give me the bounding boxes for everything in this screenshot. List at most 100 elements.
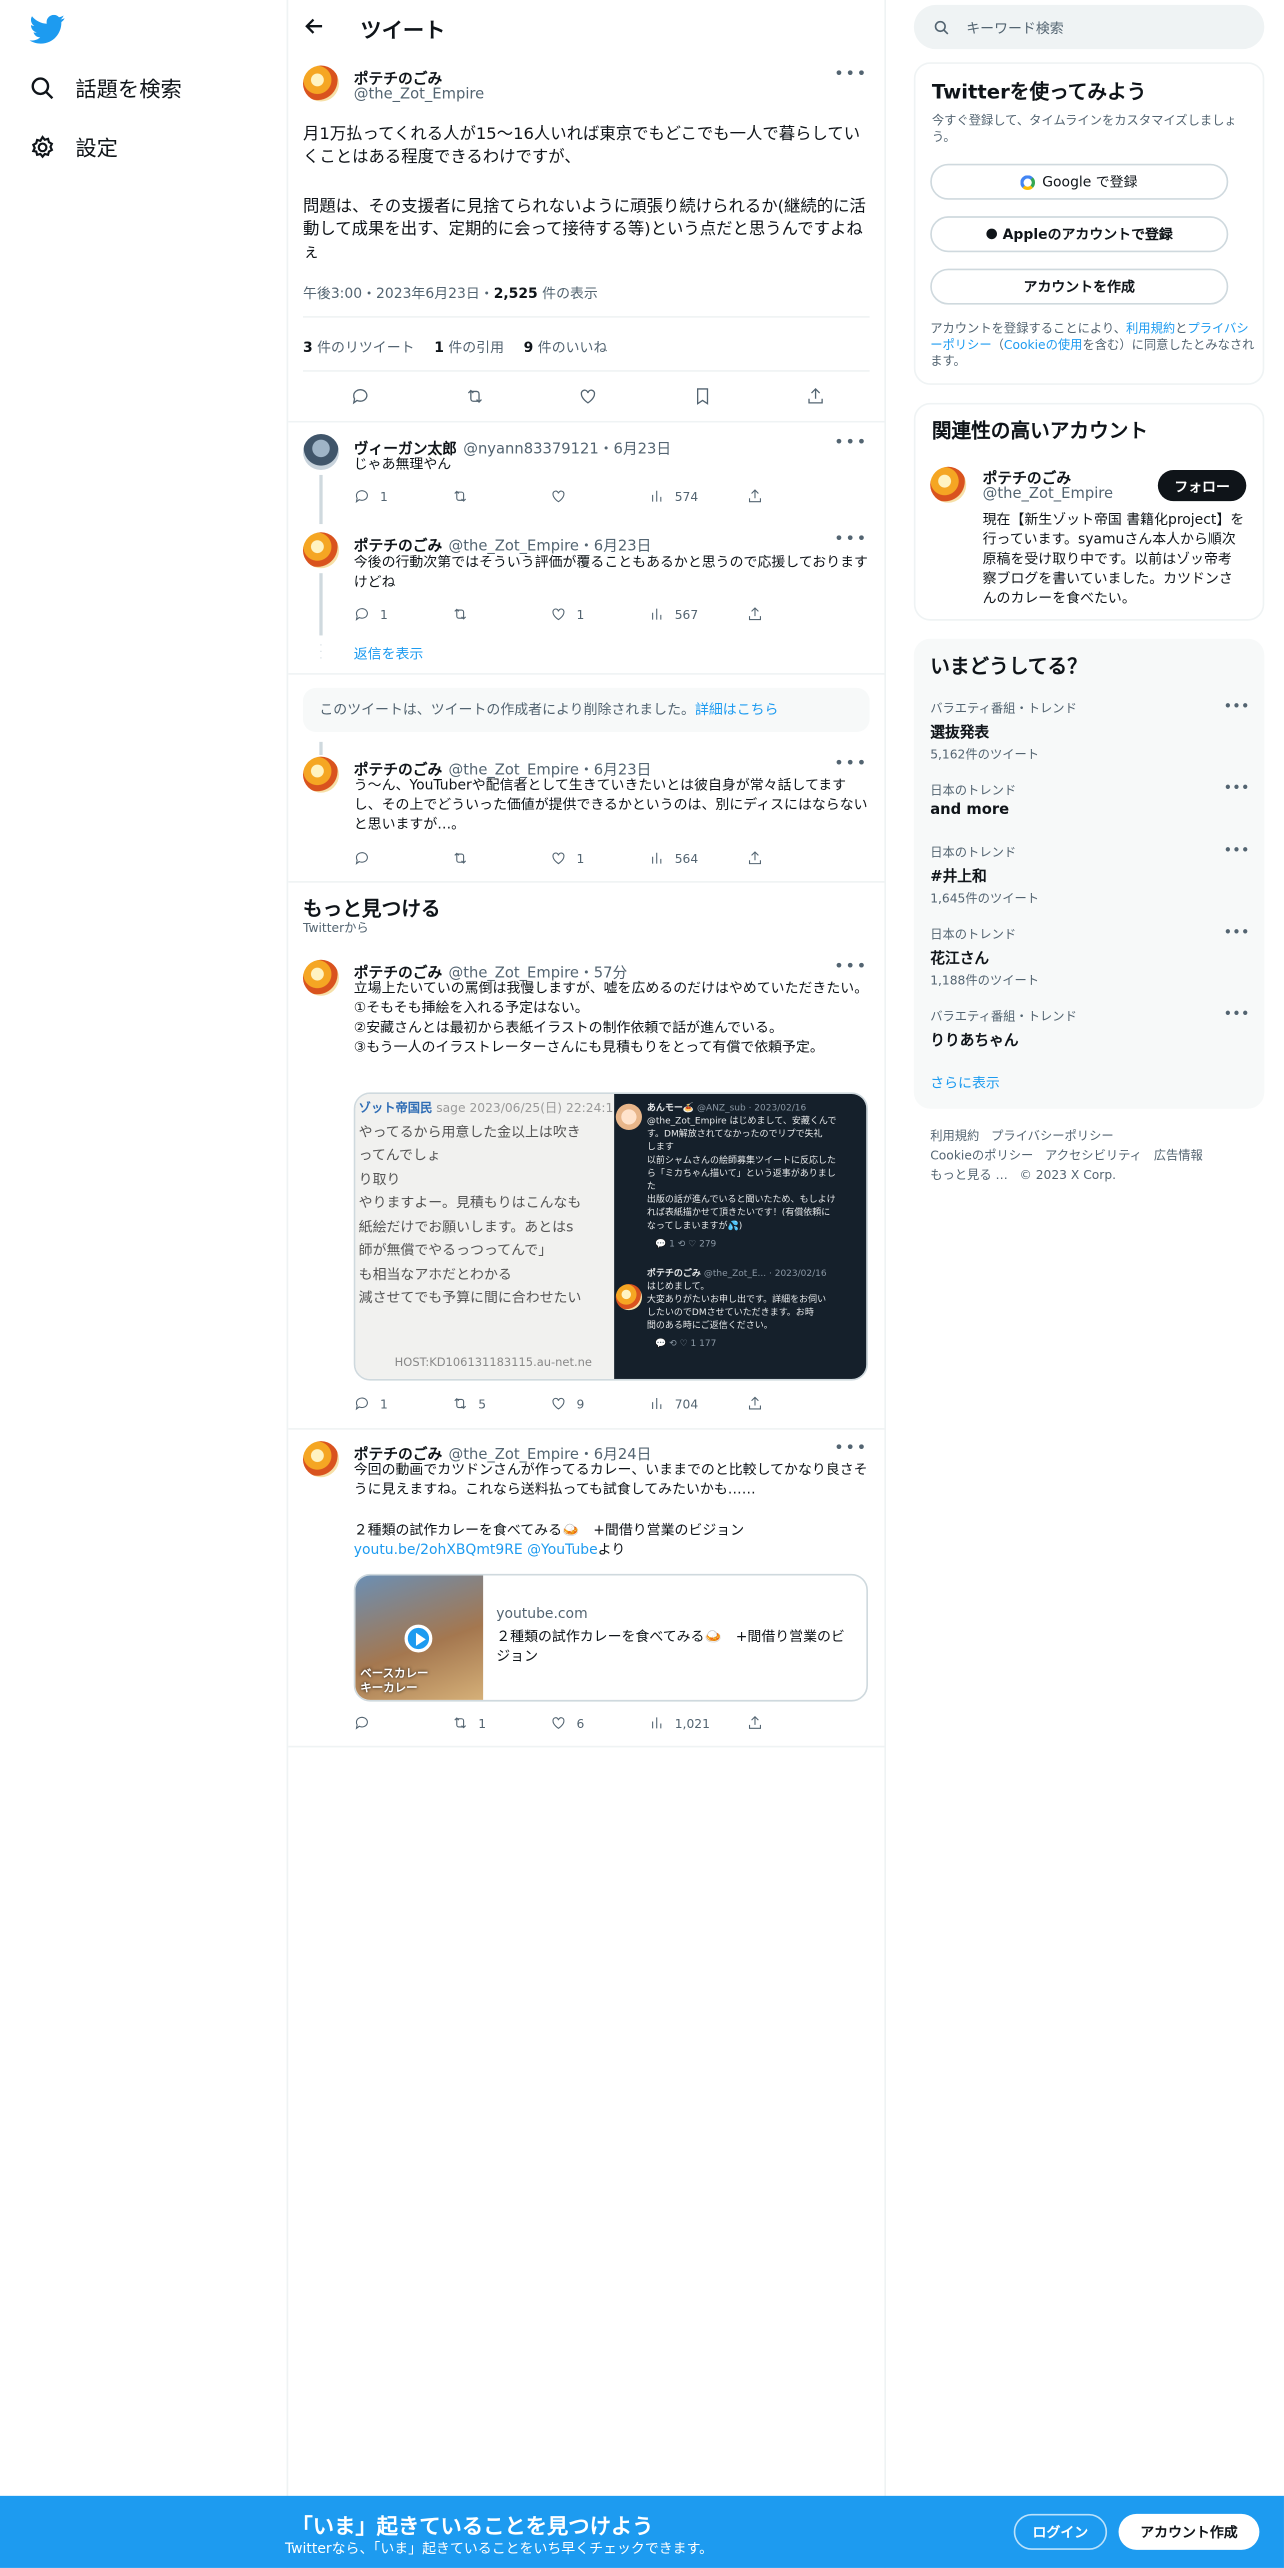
quote-stat[interactable]: 1 件の引用 <box>434 337 504 357</box>
author-handle[interactable]: @the_Zot_Empire <box>354 87 485 103</box>
share-button[interactable] <box>747 1395 845 1411</box>
tweet-time[interactable]: 午後3:00・2023年6月23日・ <box>303 287 494 303</box>
trend-item[interactable]: バラエティ番組・トレンド りりあちゃん ••• <box>930 1007 1249 1050</box>
retweet-button[interactable] <box>452 488 550 504</box>
more-icon[interactable]: ••• <box>1223 925 1249 941</box>
retweet-button[interactable] <box>452 606 550 622</box>
trend-item[interactable]: 日本のトレンド and more ••• <box>930 781 1249 819</box>
signup-button[interactable]: アカウント作成 <box>1118 2513 1260 2550</box>
footer-link[interactable]: 広告情報 <box>1154 1148 1203 1163</box>
more-icon[interactable]: ••• <box>834 958 868 976</box>
trend-item[interactable]: バラエティ番組・トレンド 選抜発表 5,162件のツイート ••• <box>930 699 1249 763</box>
login-button[interactable]: ログイン <box>1013 2513 1108 2550</box>
avatar[interactable] <box>302 532 340 569</box>
text-line: り取り <box>358 1171 401 1189</box>
play-icon[interactable] <box>404 1624 433 1653</box>
like-button[interactable]: 1 <box>550 606 648 622</box>
google-signup-button[interactable]: Google で登録 <box>930 163 1229 200</box>
text-line: 紙絵だけでお願いします。あとはs <box>358 1219 574 1236</box>
tweet-media[interactable]: ゾット帝国民 sage 2023/06/25(日) 22:24:13 やってるか… <box>353 1092 868 1381</box>
related-name[interactable]: ポテチのごみ <box>983 467 1071 488</box>
share-icon[interactable] <box>806 386 826 406</box>
learn-more-link[interactable]: 詳細はこちら <box>695 703 779 719</box>
footer-link[interactable]: アクセシビリティ <box>1045 1148 1142 1163</box>
retweet-button[interactable]: 5 <box>452 1395 550 1411</box>
text-line: 間のある時にご返信ください。 <box>646 1321 773 1332</box>
avatar[interactable] <box>302 65 340 102</box>
views-button[interactable]: 704 <box>649 1395 747 1411</box>
more-icon[interactable]: ••• <box>1223 1007 1249 1023</box>
reply-icon[interactable] <box>350 386 370 406</box>
more-icon[interactable]: ••• <box>834 755 868 773</box>
avatar[interactable] <box>930 466 967 503</box>
more-icon[interactable]: ••• <box>834 531 868 549</box>
footer-link[interactable]: プライバシーポリシー <box>991 1128 1114 1143</box>
copyright: © 2023 X Corp. <box>1019 1167 1117 1183</box>
share-button[interactable] <box>747 488 845 504</box>
cookie-link[interactable]: Cookieの使用 <box>1004 337 1083 352</box>
board-poster-name: ゾット帝国民 <box>358 1100 433 1116</box>
more-icon[interactable]: ••• <box>1223 699 1249 715</box>
reply-button[interactable]: 1 <box>354 606 452 622</box>
nav-settings[interactable]: 設定 <box>29 131 118 162</box>
footer-link[interactable]: 利用規約 <box>930 1128 979 1143</box>
apple-signup-button[interactable]: ● Appleのアカウントで登録 <box>930 216 1229 253</box>
footer-link[interactable]: Cookieのポリシー <box>930 1148 1033 1163</box>
avatar[interactable] <box>302 959 340 996</box>
views-button[interactable]: 567 <box>649 606 747 622</box>
youtube-link[interactable]: youtu.be/2ohXBQmt9RE <box>354 1543 523 1559</box>
share-button[interactable] <box>747 1715 845 1731</box>
like-icon[interactable] <box>578 386 598 406</box>
author-name[interactable]: ポテチのごみ <box>354 67 442 88</box>
views-button[interactable]: 574 <box>649 488 747 504</box>
related-handle[interactable]: @the_Zot_Empire <box>983 486 1114 502</box>
text-line: やってるから用意した金以上は吹き <box>358 1124 581 1141</box>
reply-button[interactable] <box>354 1715 452 1731</box>
nav-explore[interactable]: 話題を検索 <box>29 72 182 103</box>
avatar[interactable] <box>302 433 340 471</box>
author-handle[interactable]: @nyann83379121 <box>463 442 599 458</box>
avatar[interactable] <box>302 756 340 793</box>
text-line: はじめまして。 <box>646 1282 710 1293</box>
reply-button[interactable]: 1 <box>354 1395 452 1411</box>
retweet-button[interactable] <box>452 850 550 866</box>
show-more-link[interactable]: さらに表示 <box>930 1073 1000 1092</box>
show-replies-link[interactable]: 返信を表示 <box>354 644 424 663</box>
text-line: したいのでDMさせていただきます。お時 <box>646 1308 814 1319</box>
youtube-mention[interactable]: @YouTube <box>527 1543 598 1559</box>
search-input[interactable]: キーワード検索 <box>913 4 1265 50</box>
like-button[interactable]: 6 <box>550 1715 648 1731</box>
twitter-logo-icon[interactable] <box>29 14 65 44</box>
reply-button[interactable] <box>354 850 452 866</box>
more-icon[interactable]: ••• <box>1223 843 1249 859</box>
more-icon[interactable]: ••• <box>834 434 868 452</box>
views-button[interactable]: 564 <box>649 850 747 866</box>
more-icon[interactable]: ••• <box>1223 781 1249 797</box>
follow-button[interactable]: フォロー <box>1157 470 1247 502</box>
retweet-icon[interactable] <box>464 386 484 406</box>
share-button[interactable] <box>747 850 845 866</box>
avatar[interactable] <box>302 1441 340 1478</box>
like-button[interactable]: 1 <box>550 850 648 866</box>
create-account-button[interactable]: アカウントを作成 <box>930 268 1229 305</box>
terms-link[interactable]: 利用規約 <box>1126 321 1175 336</box>
like-button[interactable] <box>550 488 648 504</box>
reply-button[interactable]: 1 <box>354 488 452 504</box>
tweet-stats: 3 件のリツイート 1 件の引用 9 件のいいね <box>303 337 607 357</box>
more-icon[interactable]: ••• <box>834 1440 868 1458</box>
footer-link[interactable]: もっと見る … <box>930 1168 1008 1183</box>
link-card[interactable]: ベースカレー キーカレー youtube.com ２種類の試作カレーを食べてみる🍛… <box>353 1573 868 1702</box>
more-icon[interactable]: ••• <box>834 66 868 84</box>
views-button[interactable]: 1,021 <box>649 1715 747 1731</box>
like-button[interactable]: 9 <box>550 1395 648 1411</box>
back-arrow-icon[interactable] <box>303 15 326 38</box>
deleted-text: このツイートは、ツイートの作成者により削除されました。 <box>319 702 695 719</box>
retweet-stat[interactable]: 3 件のリツイート <box>303 337 415 357</box>
share-button[interactable] <box>747 606 845 622</box>
like-stat[interactable]: 9 件のいいね <box>524 337 608 357</box>
retweet-button[interactable]: 1 <box>452 1715 550 1731</box>
trend-item[interactable]: 日本のトレンド #井上和 1,645件のツイート ••• <box>930 843 1249 907</box>
trend-item[interactable]: 日本のトレンド 花江さん 1,188件のツイート ••• <box>930 925 1249 989</box>
bookmark-icon[interactable] <box>692 386 712 406</box>
tweet-date[interactable]: ・6月23日 <box>599 442 671 458</box>
